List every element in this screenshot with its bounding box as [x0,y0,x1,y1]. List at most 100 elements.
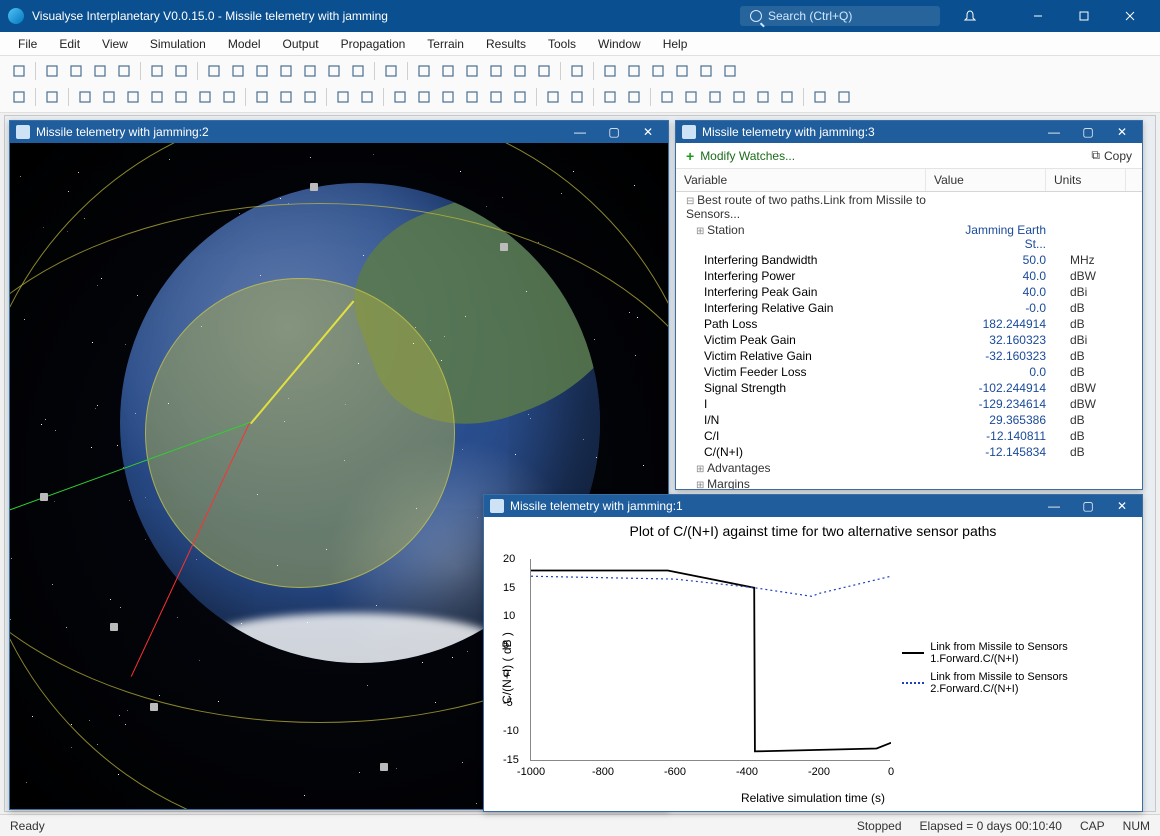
toolbar-button[interactable] [251,86,273,108]
window-watch-titlebar[interactable]: Missile telemetry with jamming:3 — ▢ ✕ [676,121,1142,143]
menu-tools[interactable]: Tools [538,34,586,54]
toolbar-button[interactable] [203,60,225,82]
toolbar-button[interactable] [380,60,402,82]
toolbar-button[interactable] [251,60,273,82]
watch-row[interactable]: Victim Peak Gain32.160323dBi [676,332,1142,348]
maximize-button[interactable] [1062,2,1106,30]
watch-row[interactable]: Interfering Relative Gain-0.0dB [676,300,1142,316]
toolbar-button[interactable] [671,60,693,82]
watch-row[interactable]: C/I-12.140811dB [676,428,1142,444]
toolbar-button[interactable] [146,60,168,82]
menu-output[interactable]: Output [273,34,329,54]
toolbar-button[interactable] [275,86,297,108]
toolbar-button[interactable] [599,60,621,82]
toolbar-button[interactable] [809,86,831,108]
menu-model[interactable]: Model [218,34,271,54]
child-minimize-button[interactable]: — [566,125,594,139]
toolbar-button[interactable] [704,86,726,108]
toolbar-button[interactable] [170,86,192,108]
search-box[interactable]: Search (Ctrl+Q) [740,6,940,26]
toolbar-button[interactable] [566,60,588,82]
watch-row[interactable]: Best route of two paths.Link from Missil… [676,192,1142,222]
modify-watches-button[interactable]: + Modify Watches... [686,148,795,164]
close-button[interactable] [1108,2,1152,30]
toolbar-button[interactable] [413,60,435,82]
menu-view[interactable]: View [92,34,138,54]
child-close-button[interactable]: ✕ [1108,499,1136,513]
watch-row[interactable]: Interfering Power40.0dBW [676,268,1142,284]
toolbar-button[interactable] [113,60,135,82]
col-value[interactable]: Value [926,169,1046,191]
toolbar-button[interactable] [41,86,63,108]
toolbar-button[interactable] [599,86,621,108]
minimize-button[interactable] [1016,2,1060,30]
child-minimize-button[interactable]: — [1040,499,1068,513]
menu-simulation[interactable]: Simulation [140,34,216,54]
watch-row[interactable]: Advantages [676,460,1142,476]
toolbar-button[interactable] [347,60,369,82]
child-maximize-button[interactable]: ▢ [600,125,628,139]
watch-row[interactable]: C/(N+I)-12.145834dB [676,444,1142,460]
copy-button[interactable]: ⧉ Copy [1091,148,1132,163]
toolbar-button[interactable] [485,60,507,82]
menu-results[interactable]: Results [476,34,536,54]
toolbar-button[interactable] [728,86,750,108]
menu-terrain[interactable]: Terrain [417,34,474,54]
watch-row[interactable]: I/N29.365386dB [676,412,1142,428]
toolbar-button[interactable] [776,86,798,108]
child-minimize-button[interactable]: — [1040,125,1068,139]
toolbar-button[interactable] [218,86,240,108]
toolbar-button[interactable] [437,86,459,108]
watch-row[interactable]: Path Loss182.244914dB [676,316,1142,332]
watch-row[interactable]: StationJamming Earth St... [676,222,1142,252]
toolbar-button[interactable] [146,86,168,108]
window-chart-titlebar[interactable]: Missile telemetry with jamming:1 — ▢ ✕ [484,495,1142,517]
watch-row[interactable]: Interfering Peak Gain40.0dBi [676,284,1142,300]
toolbar-button[interactable] [122,86,144,108]
toolbar-button[interactable] [752,86,774,108]
toolbar-button[interactable] [461,60,483,82]
menu-window[interactable]: Window [588,34,651,54]
toolbar-button[interactable] [461,86,483,108]
toolbar-button[interactable] [8,60,30,82]
toolbar-button[interactable] [647,60,669,82]
toolbar-button[interactable] [509,60,531,82]
toolbar-button[interactable] [542,86,564,108]
col-variable[interactable]: Variable [676,169,926,191]
toolbar-button[interactable] [299,86,321,108]
toolbar-button[interactable] [680,86,702,108]
watch-row[interactable]: Victim Feeder Loss0.0dB [676,364,1142,380]
toolbar-button[interactable] [65,60,87,82]
notifications-button[interactable] [948,2,992,30]
menu-edit[interactable]: Edit [49,34,90,54]
toolbar-button[interactable] [170,60,192,82]
col-units[interactable]: Units [1046,169,1126,191]
toolbar-button[interactable] [74,86,96,108]
toolbar-button[interactable] [389,86,411,108]
toolbar-button[interactable] [485,86,507,108]
toolbar-button[interactable] [623,86,645,108]
toolbar-button[interactable] [719,60,741,82]
watch-rows[interactable]: Best route of two paths.Link from Missil… [676,192,1142,489]
toolbar-button[interactable] [332,86,354,108]
toolbar-button[interactable] [623,60,645,82]
menu-file[interactable]: File [8,34,47,54]
toolbar-button[interactable] [227,60,249,82]
toolbar-button[interactable] [533,60,555,82]
toolbar-button[interactable] [566,86,588,108]
watch-row[interactable]: I-129.234614dBW [676,396,1142,412]
child-maximize-button[interactable]: ▢ [1074,125,1102,139]
menu-help[interactable]: Help [653,34,698,54]
toolbar-button[interactable] [275,60,297,82]
toolbar-button[interactable] [413,86,435,108]
toolbar-button[interactable] [833,86,855,108]
toolbar-button[interactable] [98,86,120,108]
toolbar-button[interactable] [299,60,321,82]
toolbar-button[interactable] [89,60,111,82]
toolbar-button[interactable] [656,86,678,108]
watch-row[interactable]: Victim Relative Gain-32.160323dB [676,348,1142,364]
toolbar-button[interactable] [509,86,531,108]
toolbar-button[interactable] [437,60,459,82]
child-close-button[interactable]: ✕ [634,125,662,139]
watch-row[interactable]: Margins [676,476,1142,489]
